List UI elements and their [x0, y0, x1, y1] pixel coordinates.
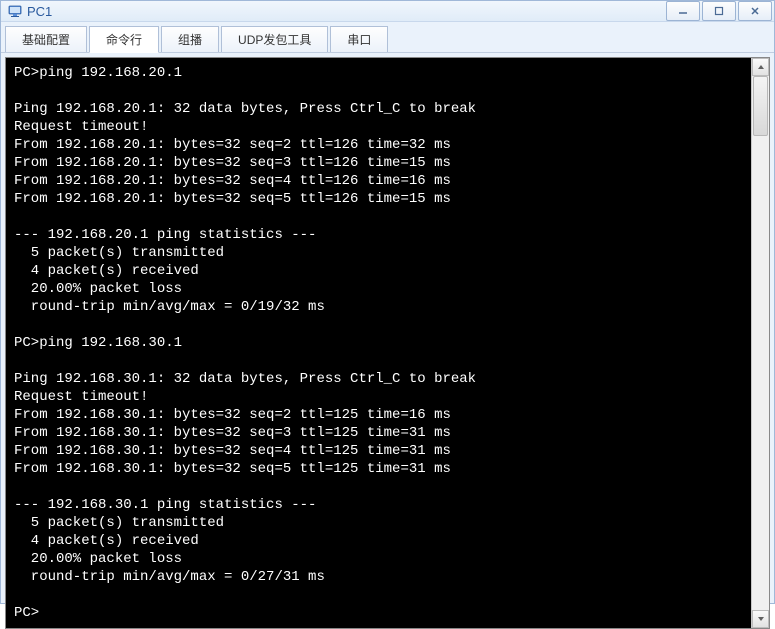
terminal-container: PC>ping 192.168.20.1 Ping 192.168.20.1: … [5, 57, 770, 629]
titlebar: PC1 [1, 1, 774, 22]
tab-serial[interactable]: 串口 [330, 26, 388, 52]
scroll-thumb[interactable] [753, 76, 768, 136]
minimize-button[interactable] [666, 1, 700, 21]
window-title: PC1 [27, 4, 52, 19]
tab-udp-tool[interactable]: UDP发包工具 [221, 26, 328, 52]
tabbar: 基础配置 命令行 组播 UDP发包工具 串口 [1, 22, 774, 53]
scrollbar[interactable] [751, 58, 769, 628]
window-buttons [666, 1, 774, 21]
scroll-up-button[interactable] [752, 58, 769, 76]
maximize-button[interactable] [702, 1, 736, 21]
scroll-down-button[interactable] [752, 610, 769, 628]
tab-multicast[interactable]: 组播 [161, 26, 219, 52]
titlebar-left: PC1 [7, 3, 52, 19]
app-icon [7, 3, 23, 19]
close-button[interactable] [738, 1, 772, 21]
tab-command-line[interactable]: 命令行 [89, 26, 159, 53]
app-window: PC1 基础配置 命令行 组播 UDP发包工具 串口 PC>ping 192.1… [0, 0, 775, 604]
tab-basic-config[interactable]: 基础配置 [5, 26, 87, 52]
terminal-output[interactable]: PC>ping 192.168.20.1 Ping 192.168.20.1: … [6, 58, 751, 628]
